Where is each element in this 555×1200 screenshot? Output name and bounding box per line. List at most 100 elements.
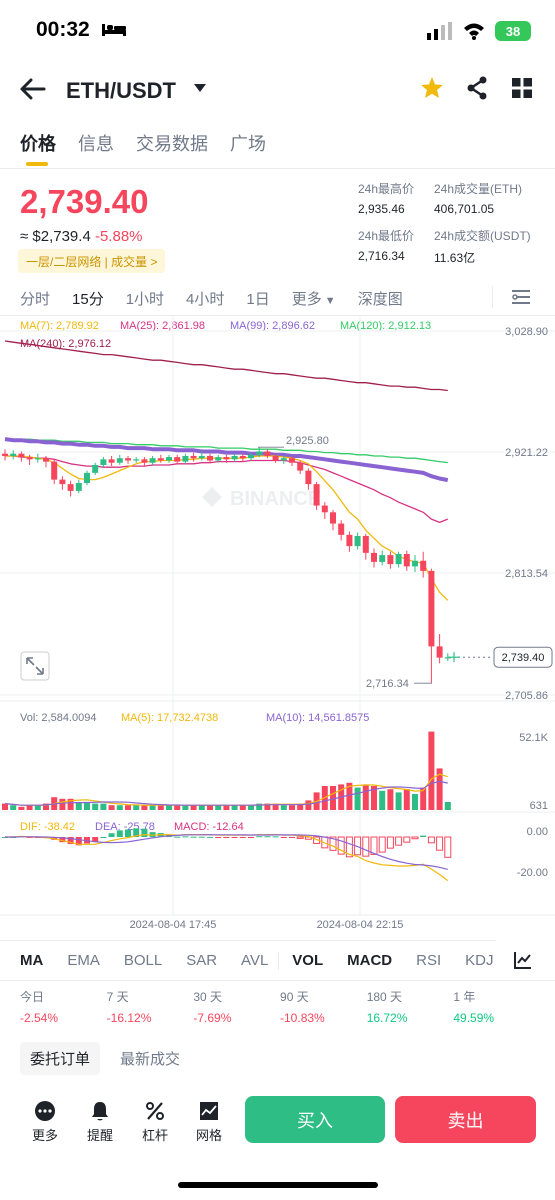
- more-button[interactable]: 更多: [20, 1100, 70, 1144]
- volume-ma5-legend: MA(5): 17,732.4738: [121, 712, 218, 724]
- alert-button[interactable]: 提醒: [75, 1100, 125, 1144]
- macd-hist-bar: [198, 836, 205, 838]
- indicator-macd[interactable]: MACD: [347, 952, 392, 969]
- indicator-ma[interactable]: MA: [20, 952, 43, 969]
- interval-1h[interactable]: 1小时: [126, 288, 164, 309]
- divider: [0, 980, 555, 981]
- macd-value-legend: MACD: -12.64: [174, 821, 244, 833]
- perf-7d: 7 天 -16.12%: [106, 990, 152, 1025]
- price-axis: 3,028.90 2,921.22 2,813.54 2,705.86: [505, 326, 548, 702]
- volume-pane: Vol: 2,584.0094 MA(5): 17,732.4738 MA(10):…: [2, 712, 549, 812]
- tab-info[interactable]: 信息: [78, 130, 114, 156]
- candle-body: [387, 555, 394, 565]
- category-tag[interactable]: 一层/二层网络 | 成交量 >: [18, 249, 166, 273]
- ma7-line: [5, 455, 449, 601]
- volume-bar: [2, 803, 8, 810]
- interval-line[interactable]: 分时: [20, 288, 50, 309]
- volume-bar: [215, 805, 222, 810]
- price-axis-label: 2,921.22: [505, 447, 548, 459]
- indicator-sar[interactable]: SAR: [186, 952, 217, 969]
- macd-hist-bar: [256, 836, 263, 838]
- macd-hist-bar: [190, 836, 197, 838]
- macd-hist-bar: [280, 837, 287, 838]
- volume-bar: [34, 805, 41, 810]
- interval-depth[interactable]: 深度图: [358, 288, 403, 309]
- back-arrow-icon[interactable]: [20, 78, 46, 100]
- indicator-kdj[interactable]: KDJ: [465, 952, 493, 969]
- leverage-button[interactable]: 杠杆: [130, 1100, 180, 1144]
- tab-trading-data[interactable]: 交易数据: [136, 130, 208, 156]
- alert-label: 提醒: [86, 1128, 113, 1143]
- volume-bar: [174, 805, 181, 810]
- volume-bar: [133, 805, 140, 810]
- volume-bar: [412, 794, 418, 810]
- volume-bar: [289, 805, 295, 810]
- indicator-boll[interactable]: BOLL: [124, 952, 162, 969]
- tab-price[interactable]: 价格: [20, 130, 56, 156]
- volume-bar: [354, 787, 361, 810]
- turnover-label: 24h成交额(USDT): [434, 229, 531, 243]
- perf-180d: 180 天 16.72%: [366, 990, 408, 1025]
- indicator-chart-icon[interactable]: [514, 951, 532, 969]
- macd-hist-bar: [100, 837, 107, 838]
- candle-body: [92, 464, 99, 473]
- buy-button[interactable]: 买入: [245, 1096, 385, 1143]
- macd-hist-bar: [174, 836, 181, 838]
- interval-4h[interactable]: 4小时: [186, 288, 224, 309]
- macd-hist-bar: [215, 837, 222, 838]
- volume-bar: [18, 806, 25, 810]
- leverage-label: 杠杆: [141, 1128, 168, 1143]
- tab-square[interactable]: 广场: [230, 130, 266, 156]
- candle-body: [395, 553, 402, 565]
- macd-axis-label: -20.00: [517, 867, 548, 879]
- macd-hist-bar: [378, 836, 386, 853]
- grid-label: 网格: [195, 1128, 222, 1143]
- volume-bar: [387, 789, 394, 810]
- interval-1d[interactable]: 1日: [246, 288, 269, 309]
- status-time: 00:32: [36, 18, 90, 41]
- volume-bar: [59, 798, 66, 810]
- divider: [492, 286, 493, 308]
- grid-button[interactable]: 网格: [184, 1100, 234, 1144]
- macd-hist-bar: [370, 836, 378, 855]
- candle-body: [59, 479, 66, 485]
- chart-settings-icon[interactable]: [512, 289, 530, 305]
- tab-open-orders[interactable]: 委托订单: [20, 1042, 101, 1075]
- low-label: 24h最低价: [358, 229, 415, 243]
- tab-latest-trades[interactable]: 最新成交: [110, 1042, 190, 1075]
- interval-bar: 分时 15分 1小时 4小时 1日 更多 ▼ 深度图: [20, 288, 425, 309]
- battery-indicator: 38: [495, 21, 531, 41]
- interval-15m[interactable]: 15分: [72, 288, 104, 309]
- perf-90d: 90 天 -10.83%: [280, 990, 325, 1025]
- indicator-rsi[interactable]: RSI: [416, 952, 441, 969]
- candle-body: [10, 453, 17, 456]
- indicator-vol[interactable]: VOL: [292, 952, 323, 969]
- candle-body: [141, 459, 148, 463]
- indicator-ema[interactable]: EMA: [67, 952, 100, 969]
- macd-hist-bar: [141, 828, 148, 837]
- layout-grid-icon[interactable]: [512, 78, 532, 98]
- candlestick-chart[interactable]: BINANCE 3,028.90 2,921.22 2,813.54 2,705.86…: [0, 315, 555, 940]
- share-icon[interactable]: [466, 76, 488, 100]
- candle-body: [2, 453, 8, 456]
- favorite-star-icon[interactable]: [420, 76, 444, 100]
- time-label: 2024-08-04 17:45: [130, 919, 217, 931]
- candles: [2, 447, 451, 684]
- candle-body: [116, 458, 123, 463]
- macd-hist-bar: [411, 836, 419, 840]
- candle-body: [75, 483, 82, 491]
- volume-bar: [141, 805, 148, 810]
- interval-more[interactable]: 更多 ▼: [292, 288, 336, 309]
- candle-body: [371, 552, 377, 562]
- pair-dropdown-icon[interactable]: [194, 84, 206, 92]
- candle-body: [133, 459, 140, 461]
- sell-button[interactable]: 卖出: [395, 1096, 536, 1143]
- fullscreen-icon[interactable]: [20, 651, 50, 681]
- pair-title[interactable]: ETH/USDT: [66, 78, 176, 104]
- candle-body: [223, 457, 230, 460]
- ma240-line: [4, 340, 448, 392]
- volume-bar: [157, 805, 164, 810]
- volume-bar: [362, 784, 369, 810]
- indicator-avl[interactable]: AVL: [241, 952, 268, 969]
- volume-bar: [92, 803, 99, 810]
